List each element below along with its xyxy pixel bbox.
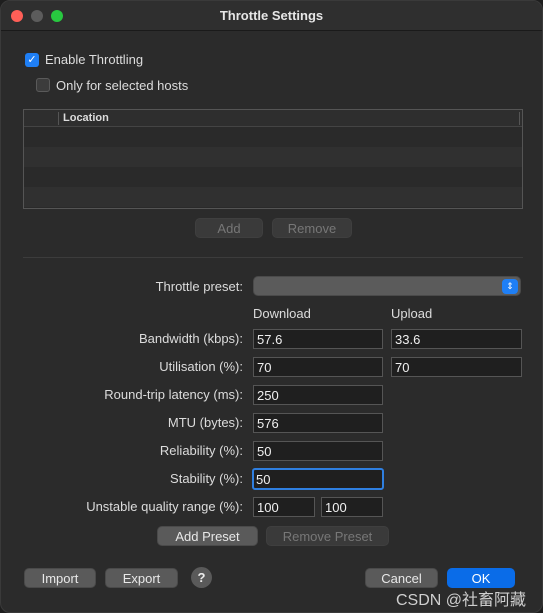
utilisation-label: Utilisation (%):	[159, 359, 243, 374]
stability-input[interactable]	[252, 468, 384, 490]
mtu-input[interactable]	[253, 413, 383, 433]
stability-label: Stability (%):	[170, 471, 243, 486]
bandwidth-label: Bandwidth (kbps):	[138, 331, 243, 346]
utilisation-upload-input[interactable]	[391, 357, 522, 377]
add-preset-button[interactable]: Add Preset	[157, 526, 258, 546]
hosts-table[interactable]: Location	[23, 109, 523, 209]
import-button[interactable]: Import	[24, 568, 96, 588]
latency-input[interactable]	[253, 385, 383, 405]
throttle-settings-window: Throttle Settings ✓ Enable Throttling On…	[0, 0, 543, 613]
table-row	[24, 187, 522, 207]
question-mark-icon: ?	[197, 570, 206, 585]
bandwidth-download-input[interactable]	[253, 329, 383, 349]
remove-preset-button[interactable]: Remove Preset	[266, 526, 389, 546]
mtu-label: MTU (bytes):	[167, 415, 243, 430]
help-button[interactable]: ?	[191, 567, 212, 588]
table-row	[24, 127, 522, 147]
upload-header: Upload	[391, 306, 433, 321]
watermark-text: CSDN @社畜阿藏	[395, 592, 526, 609]
table-row	[24, 167, 522, 187]
checkmark-icon: ✓	[27, 53, 37, 66]
title-bar: Throttle Settings	[1, 1, 542, 31]
cancel-button[interactable]: Cancel	[365, 568, 438, 588]
enable-throttling-label[interactable]: Enable Throttling	[45, 52, 143, 67]
unstable-range-max-input[interactable]	[321, 497, 383, 517]
enable-throttling-checkbox[interactable]: ✓	[25, 53, 39, 67]
latency-label: Round-trip latency (ms):	[104, 387, 243, 402]
unstable-range-label: Unstable quality range (%):	[86, 499, 243, 514]
add-host-button[interactable]: Add	[195, 218, 263, 238]
unstable-range-min-input[interactable]	[253, 497, 315, 517]
export-button[interactable]: Export	[105, 568, 178, 588]
section-divider	[23, 257, 523, 258]
remove-host-button[interactable]: Remove	[272, 218, 352, 238]
table-row	[24, 147, 522, 167]
selected-hosts-checkbox[interactable]	[36, 78, 50, 92]
table-header: Location	[24, 110, 522, 127]
chevron-updown-icon: ⇕	[502, 279, 518, 294]
location-column-header[interactable]: Location	[63, 112, 109, 124]
reliability-label: Reliability (%):	[159, 443, 243, 458]
utilisation-download-input[interactable]	[253, 357, 383, 377]
selected-hosts-label[interactable]: Only for selected hosts	[56, 78, 188, 93]
throttle-preset-select[interactable]: ⇕	[253, 276, 521, 296]
throttle-preset-label: Throttle preset:	[155, 279, 243, 294]
download-header: Download	[253, 306, 311, 321]
reliability-input[interactable]	[253, 441, 383, 461]
window-title: Throttle Settings	[219, 8, 324, 23]
ok-button[interactable]: OK	[447, 568, 515, 588]
bandwidth-upload-input[interactable]	[391, 329, 522, 349]
